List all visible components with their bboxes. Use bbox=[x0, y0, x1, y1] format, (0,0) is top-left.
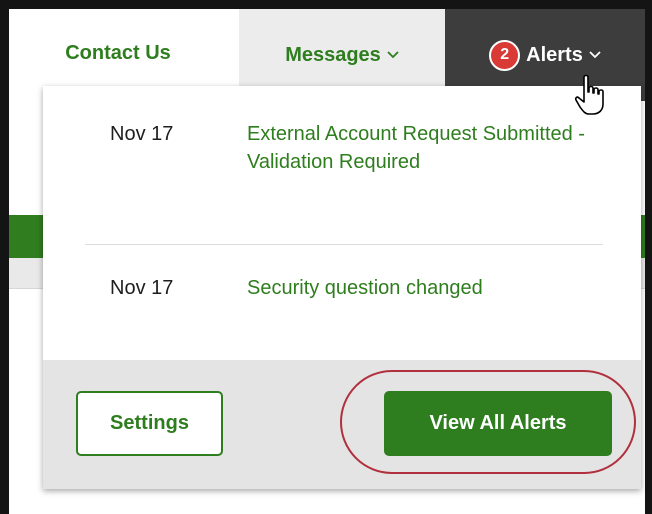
hand-cursor-icon bbox=[574, 74, 610, 123]
alert-date: Nov 17 bbox=[110, 123, 174, 145]
nav-contact-label: Contact Us bbox=[65, 41, 171, 64]
alert-title-link[interactable]: Security question changed bbox=[247, 274, 497, 302]
alert-title-link[interactable]: External Account Request Submitted - Val… bbox=[247, 120, 587, 176]
nav-alerts-label: Alerts bbox=[526, 43, 583, 66]
settings-button[interactable]: Settings bbox=[76, 391, 223, 456]
alert-date: Nov 17 bbox=[110, 277, 174, 299]
divider bbox=[85, 244, 603, 245]
alert-count-badge: 2 bbox=[489, 39, 521, 71]
nav-messages-label: Messages bbox=[285, 43, 381, 66]
annotation-highlight-circle bbox=[340, 370, 636, 474]
chevron-down-icon bbox=[387, 46, 399, 64]
chevron-down-icon bbox=[589, 46, 601, 64]
